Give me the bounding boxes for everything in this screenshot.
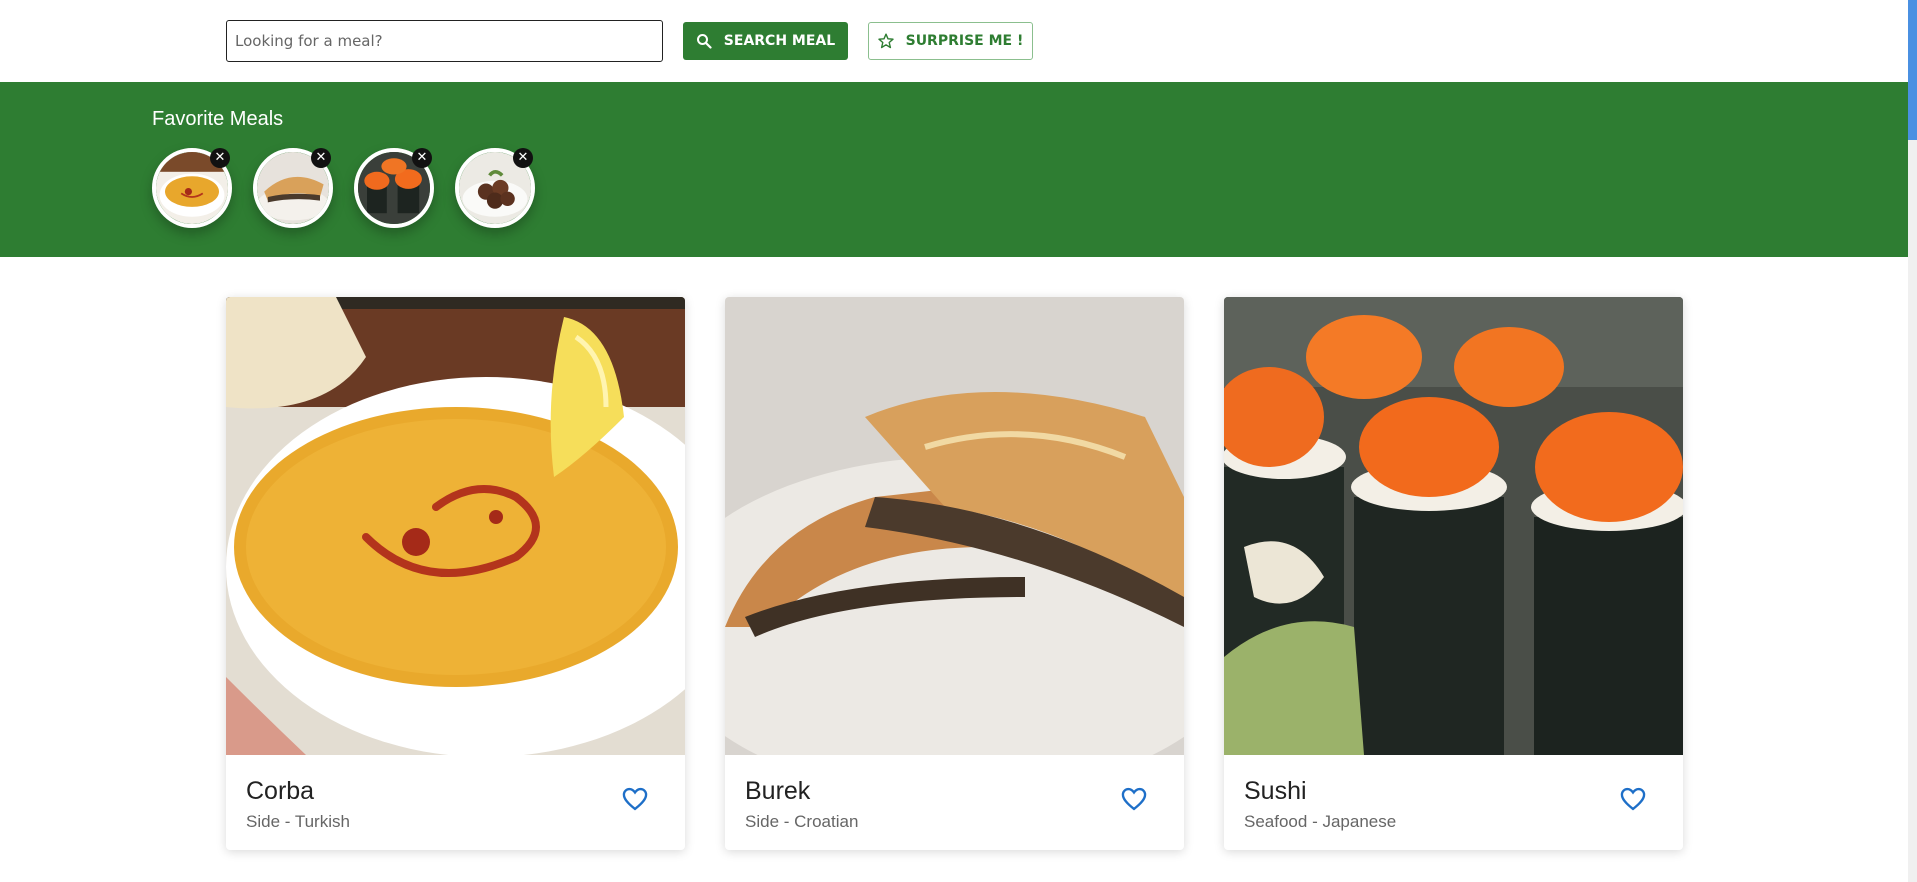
favorite-item[interactable]: ✕ — [152, 148, 232, 228]
meal-separator: - — [280, 812, 295, 831]
search-meal-button[interactable]: SEARCH MEAL — [683, 22, 848, 60]
meal-name: Burek — [745, 777, 811, 805]
search-icon — [696, 33, 712, 49]
meal-card-body: Corba Side - Turkish — [226, 755, 685, 850]
meal-name: Sushi — [1244, 777, 1307, 805]
heart-icon[interactable] — [1619, 785, 1647, 813]
meal-meta: Side - Croatian — [745, 812, 1164, 832]
meal-separator: - — [1307, 812, 1323, 831]
close-icon[interactable]: ✕ — [210, 148, 230, 168]
meal-card[interactable]: Corba Side - Turkish — [226, 297, 685, 850]
meals-grid: Corba Side - Turkish Burek Side - Croati… — [226, 297, 1683, 850]
favorites-list: ✕ ✕ ✕ ✕ — [152, 148, 535, 228]
favorite-item[interactable]: ✕ — [455, 148, 535, 228]
search-input[interactable] — [226, 20, 663, 62]
meal-image — [1224, 297, 1683, 755]
surprise-me-label: SURPRISE ME ! — [905, 33, 1024, 49]
meal-meta: Seafood - Japanese — [1244, 812, 1663, 832]
search-meal-label: SEARCH MEAL — [723, 33, 836, 49]
favorites-title: Favorite Meals — [152, 108, 284, 130]
scrollbar[interactable] — [1908, 0, 1917, 882]
meal-category: Side — [246, 812, 281, 831]
close-icon[interactable]: ✕ — [412, 148, 432, 168]
meal-category: Seafood — [1244, 812, 1308, 831]
meal-area: Turkish — [294, 812, 350, 831]
scrollbar-thumb[interactable] — [1908, 0, 1917, 140]
page: SEARCH MEAL SURPRISE ME ! Favorite Meals — [0, 0, 1917, 882]
heart-icon[interactable] — [1120, 785, 1148, 813]
star-icon — [877, 33, 894, 49]
heart-icon[interactable] — [621, 785, 649, 813]
meal-name: Corba — [246, 777, 315, 805]
top-bar: SEARCH MEAL SURPRISE ME ! — [0, 0, 1908, 82]
meal-meta: Side - Turkish — [246, 812, 665, 832]
meal-separator: - — [779, 812, 795, 831]
meal-image — [725, 297, 1184, 755]
close-icon[interactable]: ✕ — [311, 148, 331, 168]
favorite-item[interactable]: ✕ — [253, 148, 333, 228]
meal-category: Side — [745, 812, 780, 831]
meal-area: Japanese — [1322, 812, 1397, 831]
meal-card[interactable]: Sushi Seafood - Japanese — [1224, 297, 1683, 850]
meal-card[interactable]: Burek Side - Croatian — [725, 297, 1184, 850]
favorite-item[interactable]: ✕ — [354, 148, 434, 228]
favorites-section: Favorite Meals ✕ ✕ ✕ ✕ — [0, 82, 1908, 257]
meal-area: Croatian — [794, 812, 859, 831]
meal-image — [226, 297, 685, 755]
surprise-me-button[interactable]: SURPRISE ME ! — [868, 22, 1033, 60]
close-icon[interactable]: ✕ — [513, 148, 533, 168]
meal-card-body: Sushi Seafood - Japanese — [1224, 755, 1683, 850]
meal-card-body: Burek Side - Croatian — [725, 755, 1184, 850]
